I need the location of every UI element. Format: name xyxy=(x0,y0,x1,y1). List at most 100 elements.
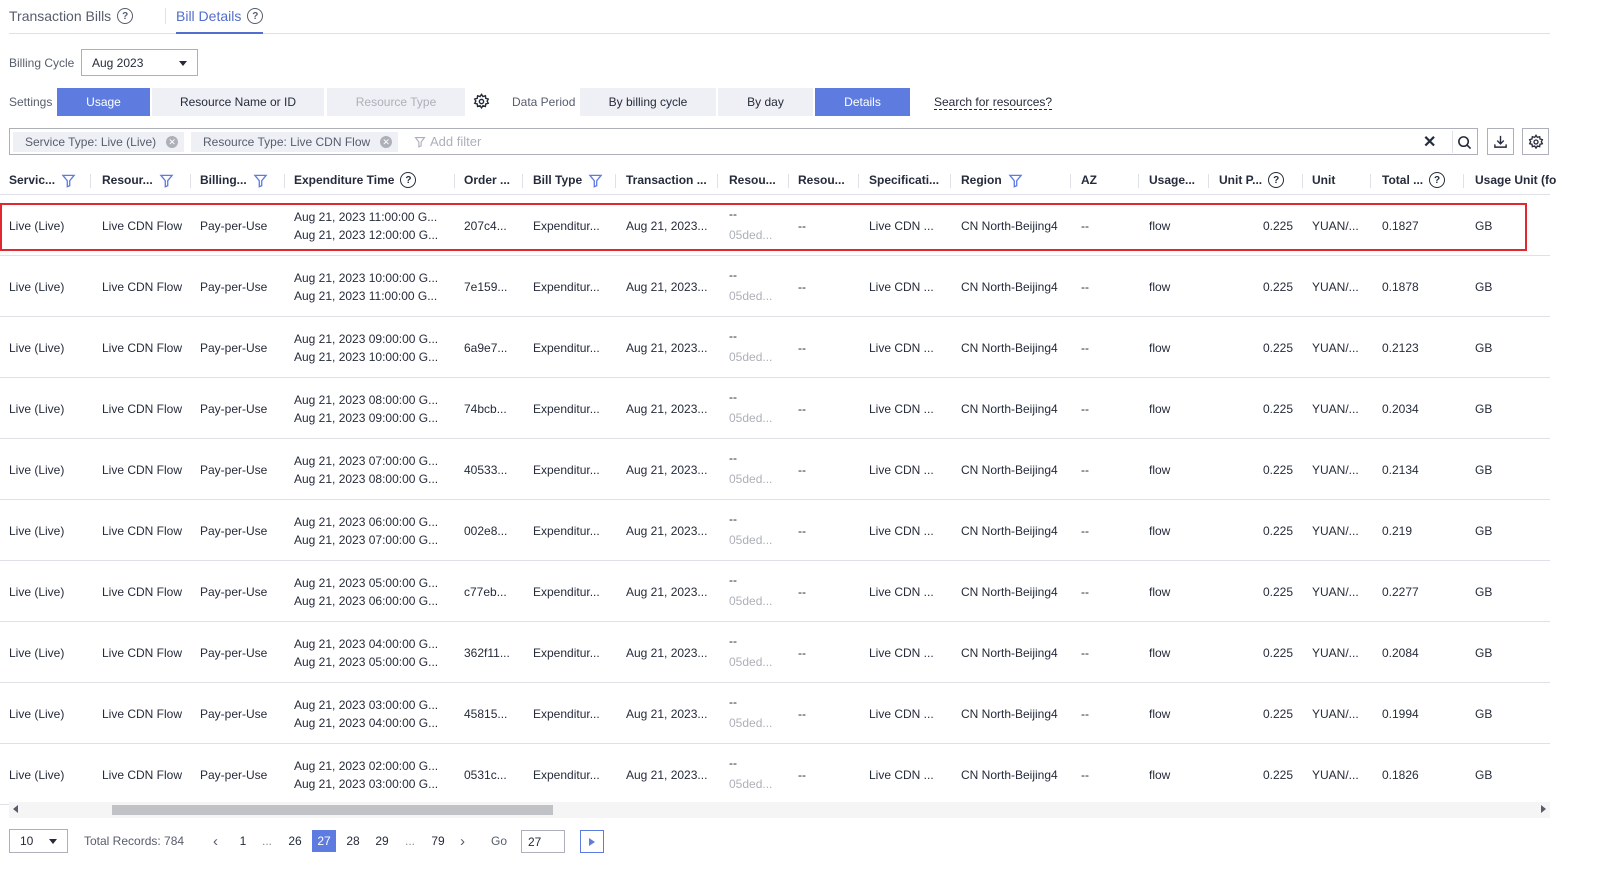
go-button[interactable] xyxy=(580,830,604,853)
column-divider[interactable] xyxy=(1302,174,1303,188)
cell-order: 207c4... xyxy=(464,219,507,233)
download-button[interactable] xyxy=(1487,128,1514,155)
table-row[interactable]: Live (Live) Live CDN Flow Pay-per-Use Aug 2… xyxy=(0,561,1550,622)
horizontal-scrollbar[interactable] xyxy=(9,802,1550,818)
help-icon[interactable]: ? xyxy=(117,8,134,24)
column-divider[interactable] xyxy=(1463,174,1464,188)
add-filter-placeholder: Add filter xyxy=(430,134,482,149)
close-icon[interactable]: ✕ xyxy=(166,136,179,148)
filter-chip-service-type[interactable]: Service Type: Live (Live) ✕ xyxy=(13,132,185,152)
column-divider[interactable] xyxy=(454,174,455,188)
table-row[interactable]: Live (Live) Live CDN Flow Pay-per-Use Aug 2… xyxy=(0,378,1550,439)
go-page-input[interactable]: 27 xyxy=(521,830,565,853)
filter-icon[interactable] xyxy=(159,173,174,188)
filter-icon[interactable] xyxy=(1008,173,1023,188)
filter-icon[interactable] xyxy=(253,173,268,188)
period-by-day-button[interactable]: By day xyxy=(718,88,813,116)
help-icon[interactable]: ? xyxy=(400,172,417,188)
col-unit-header[interactable]: Unit xyxy=(1312,165,1335,195)
table-row[interactable]: Live (Live) Live CDN Flow Pay-per-Use Aug 2… xyxy=(0,683,1550,744)
col-transaction-time-header[interactable]: Transaction ... xyxy=(626,165,707,195)
column-divider[interactable] xyxy=(522,174,523,188)
col-region-header[interactable]: Region xyxy=(961,165,1023,195)
page-link[interactable]: 29 xyxy=(370,830,394,852)
cell-expenditure-start: Aug 21, 2023 07:00:00 G... xyxy=(294,454,439,468)
settings-usage-button[interactable]: Usage xyxy=(57,88,150,116)
help-icon[interactable]: ? xyxy=(1429,172,1446,188)
column-divider[interactable] xyxy=(788,174,789,188)
help-icon[interactable]: ? xyxy=(247,8,264,24)
col-az-header[interactable]: AZ xyxy=(1081,165,1097,195)
filter-chip-resource-type[interactable]: Resource Type: Live CDN Flow ✕ xyxy=(191,132,399,152)
scroll-right-icon[interactable] xyxy=(1541,805,1546,813)
page-link[interactable]: 79 xyxy=(426,830,450,852)
billing-cycle-select[interactable]: Aug 2023 xyxy=(81,49,198,76)
column-divider[interactable] xyxy=(1138,174,1139,188)
page-ellipsis[interactable]: ... xyxy=(398,830,422,852)
table-row[interactable]: Live (Live) Live CDN Flow Pay-per-Use Aug 2… xyxy=(0,256,1550,317)
col-billing-mode-header[interactable]: Billing... xyxy=(200,165,268,195)
period-details-button[interactable]: Details xyxy=(815,88,910,116)
col-resource-type-header[interactable]: Resour... xyxy=(102,165,174,195)
filter-icon[interactable] xyxy=(61,173,76,188)
search-resources-link[interactable]: Search for resources? xyxy=(934,95,1053,110)
cell-billing-mode: Pay-per-Use xyxy=(200,402,268,416)
cell-bill-type: Expenditur... xyxy=(533,585,600,599)
add-filter-input[interactable]: Add filter xyxy=(414,134,481,149)
cell-resource-name-sub: 05ded... xyxy=(729,411,773,425)
help-icon[interactable]: ? xyxy=(1268,172,1285,188)
page-link[interactable]: 28 xyxy=(341,830,365,852)
next-page-icon[interactable]: › xyxy=(460,830,465,852)
column-divider[interactable] xyxy=(1208,174,1209,188)
cell-az: -- xyxy=(1081,280,1089,294)
col-bill-type-header[interactable]: Bill Type xyxy=(533,165,603,195)
search-button[interactable] xyxy=(1452,131,1476,153)
col-order-header[interactable]: Order ... xyxy=(464,165,510,195)
table-row[interactable]: Live (Live) Live CDN Flow Pay-per-Use Aug 2… xyxy=(0,317,1550,378)
column-divider[interactable] xyxy=(615,174,616,188)
scroll-left-icon[interactable] xyxy=(13,805,18,813)
table-row[interactable]: Live (Live) Live CDN Flow Pay-per-Use Aug 2… xyxy=(0,744,1550,805)
col-resource-name-header[interactable]: Resou... xyxy=(729,165,776,195)
clear-filters-icon[interactable]: ✕ xyxy=(1423,132,1436,152)
column-divider[interactable] xyxy=(858,174,859,188)
page-link[interactable]: 26 xyxy=(283,830,307,852)
table-row[interactable]: Live (Live) Live CDN Flow Pay-per-Use Aug 2… xyxy=(0,500,1550,561)
page-size-select[interactable]: 10 xyxy=(9,829,68,853)
close-icon[interactable]: ✕ xyxy=(380,136,393,148)
period-by-billing-cycle-button[interactable]: By billing cycle xyxy=(580,88,716,116)
col-unit-price-header[interactable]: Unit P...? xyxy=(1219,165,1285,195)
col-specification-header[interactable]: Specificati... xyxy=(869,165,939,195)
tab-transaction-bills[interactable]: Transaction Bills ? xyxy=(9,6,134,26)
settings-gear-icon[interactable] xyxy=(472,92,490,110)
prev-page-icon[interactable]: ‹ xyxy=(213,830,218,852)
page-link[interactable]: 1 xyxy=(231,830,255,852)
column-divider[interactable] xyxy=(284,174,285,188)
table-row-highlighted[interactable]: Live (Live) Live CDN Flow Pay-per-Use Aug 2… xyxy=(0,195,1550,256)
column-divider[interactable] xyxy=(90,174,91,188)
page-ellipsis[interactable]: ... xyxy=(255,830,279,852)
col-usage-unit-header[interactable]: Usage Unit (fo xyxy=(1475,165,1556,195)
col-expenditure-time-header[interactable]: Expenditure Time? xyxy=(294,165,417,195)
column-label: Bill Type xyxy=(533,173,583,187)
settings-resource-name-button[interactable]: Resource Name or ID xyxy=(152,88,324,116)
column-divider[interactable] xyxy=(717,174,718,188)
column-divider[interactable] xyxy=(1370,174,1371,188)
table-row[interactable]: Live (Live) Live CDN Flow Pay-per-Use Aug 2… xyxy=(0,439,1550,500)
column-divider[interactable] xyxy=(190,174,191,188)
column-divider[interactable] xyxy=(1070,174,1071,188)
col-total-header[interactable]: Total ...? xyxy=(1382,165,1446,195)
col-resource-id-header[interactable]: Resou... xyxy=(798,165,845,195)
page-link-current[interactable]: 27 xyxy=(312,830,336,852)
column-label: Specificati... xyxy=(869,173,940,187)
table-settings-button[interactable] xyxy=(1522,128,1549,155)
filter-bar[interactable]: Service Type: Live (Live) ✕ Resource Typ… xyxy=(9,128,1478,155)
col-service-type-header[interactable]: Servic... xyxy=(9,165,76,195)
scrollbar-thumb[interactable] xyxy=(112,805,553,815)
cell-region: CN North-Beijing4 xyxy=(961,280,1058,294)
col-usage-type-header[interactable]: Usage... xyxy=(1149,165,1195,195)
column-divider[interactable] xyxy=(950,174,951,188)
tab-bill-details[interactable]: Bill Details ? xyxy=(176,6,264,34)
filter-icon[interactable] xyxy=(588,173,603,188)
table-row[interactable]: Live (Live) Live CDN Flow Pay-per-Use Aug 2… xyxy=(0,622,1550,683)
